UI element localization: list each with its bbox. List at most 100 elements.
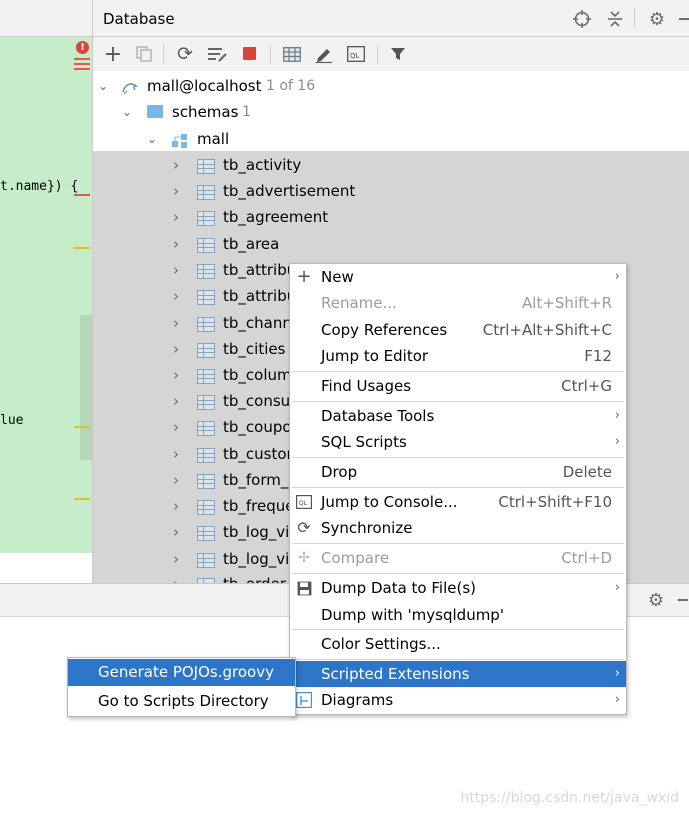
minimize-icon[interactable]	[678, 599, 688, 601]
table-label: tb_log_vi	[223, 550, 290, 568]
menu-item-jump-to-editor[interactable]: Jump to Editor F12	[290, 343, 626, 369]
table-label: tb_consu	[223, 392, 291, 410]
menu-item-sql-scripts[interactable]: SQL Scripts ›	[290, 429, 626, 455]
table-icon	[197, 421, 215, 436]
chevron-right-icon[interactable]: ›	[173, 178, 179, 204]
chevron-down-icon[interactable]: ⌄	[98, 73, 108, 99]
minimize-icon[interactable]	[679, 18, 689, 20]
chevron-right-icon[interactable]: ›	[173, 493, 179, 519]
chevron-right-icon: ›	[614, 269, 620, 284]
submenu-item-generate-pojos[interactable]: Generate POJOs.groovy	[68, 659, 295, 686]
table-label: tb_attribu	[223, 287, 297, 305]
menu-item-dump-mysqldump[interactable]: Dump with 'mysqldump'	[290, 602, 626, 628]
chevron-right-icon[interactable]: ›	[173, 336, 179, 362]
add-icon[interactable]: +	[103, 42, 123, 67]
menu-item-rename[interactable]: Rename... Alt+Shift+R	[290, 290, 626, 316]
duplicate-icon[interactable]	[135, 45, 153, 63]
table-icon	[197, 264, 215, 279]
table-label: tb_freque	[223, 497, 295, 515]
tree-item-table[interactable]: › tb_area	[93, 231, 689, 257]
warning-mark	[74, 247, 90, 249]
stop-icon[interactable]	[243, 47, 256, 60]
menu-item-dump-data[interactable]: Dump Data to File(s) ›	[290, 575, 626, 601]
menu-item-jump-to-console[interactable]: QL Jump to Console... Ctrl+Shift+F10	[290, 489, 626, 515]
table-icon	[197, 159, 215, 174]
menu-separator	[292, 573, 624, 574]
table-label: tb_chann	[223, 314, 292, 332]
tree-item-table[interactable]: › tb_activity	[93, 152, 689, 178]
table-view-icon[interactable]	[282, 45, 302, 63]
filter-icon[interactable]	[388, 45, 408, 63]
chevron-right-icon[interactable]: ›	[173, 310, 179, 336]
chevron-right-icon[interactable]: ›	[173, 388, 179, 414]
menu-separator	[292, 659, 624, 660]
schema-sync-icon[interactable]	[206, 44, 228, 64]
schemas-label: schemas	[172, 103, 239, 121]
chevron-right-icon[interactable]: ›	[173, 283, 179, 309]
tree-item-connection[interactable]: ⌄ mall@localhost 1 of 16	[93, 73, 689, 99]
crosshair-icon[interactable]	[573, 10, 591, 28]
chevron-right-icon: ›	[614, 666, 620, 681]
menu-item-new[interactable]: + New ›	[290, 264, 626, 290]
gear-icon[interactable]: ⚙	[646, 590, 666, 611]
chevron-right-icon[interactable]: ›	[173, 441, 179, 467]
menu-item-find-usages[interactable]: Find Usages Ctrl+G	[290, 373, 626, 399]
chevron-right-icon: ›	[614, 434, 620, 449]
menu-item-drop[interactable]: Drop Delete	[290, 459, 626, 485]
chevron-right-icon[interactable]: ›	[173, 414, 179, 440]
tree-item-schema-mall[interactable]: ⌄ mall	[93, 126, 689, 152]
menu-item-synchronize[interactable]: ⟳ Synchronize	[290, 515, 626, 541]
chevron-right-icon[interactable]: ›	[173, 571, 179, 583]
table-icon	[197, 474, 215, 489]
toolbar-separator	[377, 44, 378, 64]
chevron-right-icon[interactable]: ›	[173, 231, 179, 257]
tree-item-table[interactable]: › tb_advertisement	[93, 178, 689, 204]
refresh-icon[interactable]: ⟳	[175, 43, 195, 65]
schema-label: mall	[197, 130, 230, 148]
menu-item-compare[interactable]: ✢ Compare Ctrl+D	[290, 545, 626, 571]
menu-item-diagrams[interactable]: Diagrams ›	[290, 687, 626, 713]
menu-separator	[292, 487, 624, 488]
connection-count: 1 of 16	[266, 78, 316, 94]
menu-item-color-settings[interactable]: Color Settings...	[290, 631, 626, 657]
plus-icon: +	[296, 266, 312, 287]
menu-item-copy-references[interactable]: Copy References Ctrl+Alt+Shift+C	[290, 317, 626, 343]
collapse-icon[interactable]	[606, 10, 624, 28]
diagram-icon	[296, 692, 312, 708]
table-icon	[197, 553, 215, 568]
tree-item-schemas[interactable]: ⌄ schemas 1	[93, 99, 689, 125]
table-icon	[197, 395, 215, 410]
menu-separator	[292, 629, 624, 630]
sql-console-icon[interactable]: QL	[346, 45, 366, 63]
table-icon	[197, 448, 215, 463]
chevron-right-icon: ›	[614, 692, 620, 707]
table-label: tb_coupo	[223, 418, 292, 436]
chevron-down-icon[interactable]: ⌄	[122, 99, 132, 125]
scroll-thumb[interactable]	[80, 315, 92, 460]
edit-icon[interactable]	[314, 45, 334, 63]
table-icon	[197, 343, 215, 358]
console-icon: QL	[296, 494, 312, 510]
database-panel-header: Database ⚙	[93, 0, 689, 37]
menu-item-scripted-extensions[interactable]: Scripted Extensions ›	[290, 661, 626, 687]
error-underline	[74, 194, 90, 196]
chevron-right-icon[interactable]: ›	[173, 467, 179, 493]
menu-separator	[292, 371, 624, 372]
code-editor[interactable]: ! t.name}) { lue	[0, 37, 92, 553]
header-separator	[634, 8, 635, 28]
connection-label: mall@localhost	[147, 77, 262, 95]
chevron-down-icon[interactable]: ⌄	[147, 126, 157, 152]
table-icon	[197, 211, 215, 226]
tree-item-table[interactable]: › tb_agreement	[93, 204, 689, 230]
chevron-right-icon[interactable]: ›	[173, 362, 179, 388]
gear-icon[interactable]: ⚙	[647, 9, 667, 30]
chevron-right-icon[interactable]: ›	[173, 204, 179, 230]
chevron-right-icon[interactable]: ›	[173, 546, 179, 572]
sync-icon: ⟳	[297, 518, 311, 537]
submenu-item-go-to-scripts[interactable]: Go to Scripts Directory	[68, 688, 295, 715]
table-icon	[197, 317, 215, 332]
menu-item-database-tools[interactable]: Database Tools ›	[290, 403, 626, 429]
chevron-right-icon[interactable]: ›	[173, 152, 179, 178]
chevron-right-icon[interactable]: ›	[173, 257, 179, 283]
chevron-right-icon[interactable]: ›	[173, 519, 179, 545]
